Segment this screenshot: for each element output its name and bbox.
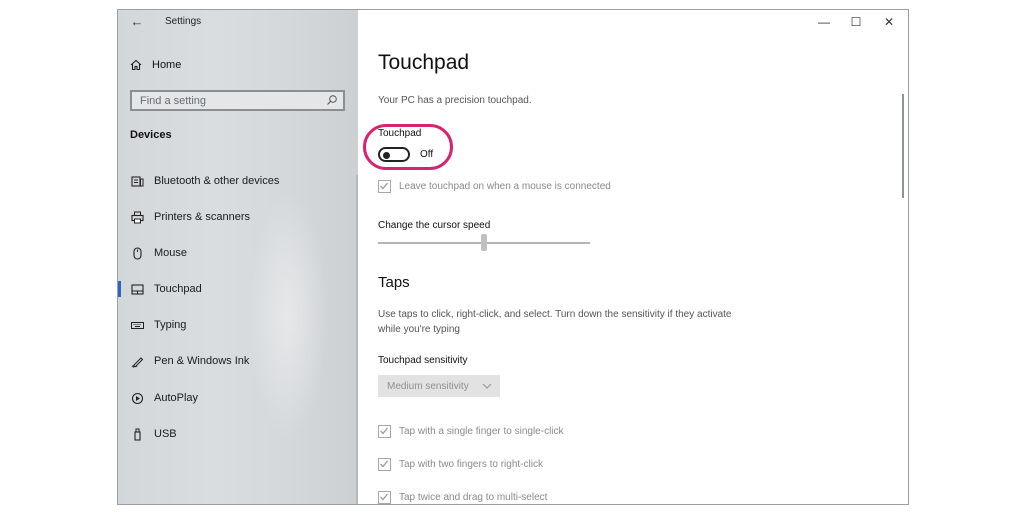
sidebar-item-label: Touchpad (154, 283, 202, 295)
checkbox-label: Leave touchpad on when a mouse is connec… (399, 181, 611, 192)
sidebar-item-bluetooth[interactable]: Bluetooth & other devices (118, 169, 354, 193)
maximize-button[interactable]: ☐ (846, 14, 866, 30)
app-title: Settings (165, 16, 202, 27)
sidebar: ← Settings Home Find a setting Devices B… (118, 10, 358, 504)
sidebar-item-label: Pen & Windows Ink (154, 355, 250, 367)
autoplay-icon (130, 391, 144, 405)
mouse-icon (130, 246, 144, 260)
search-icon[interactable] (326, 94, 338, 106)
search-input[interactable]: Find a setting (130, 90, 345, 111)
main-scrollbar[interactable] (902, 94, 904, 198)
leave-touchpad-on-checkbox[interactable]: Leave touchpad on when a mouse is connec… (378, 180, 611, 193)
checkbox[interactable] (378, 458, 391, 471)
chevron-down-icon (482, 383, 492, 389)
sidebar-item-label: Bluetooth & other devices (154, 175, 280, 187)
main-panel: — ☐ ✕ Touchpad Your PC has a precision t… (358, 10, 908, 504)
checkbox-label: Tap with a single finger to single-click (399, 426, 564, 437)
keyboard-icon (130, 318, 144, 332)
sidebar-item-label: USB (154, 428, 177, 440)
sidebar-item-pen[interactable]: Pen & Windows Ink (118, 349, 354, 373)
sidebar-item-label: Typing (154, 319, 187, 331)
cursor-speed-label: Change the cursor speed (378, 220, 491, 231)
tap-right-click-checkbox[interactable]: Tap with two fingers to right-click (378, 458, 543, 471)
sensitivity-value: Medium sensitivity (387, 380, 469, 392)
sensitivity-dropdown[interactable]: Medium sensitivity (378, 375, 500, 397)
printer-icon (130, 210, 144, 224)
checkbox-label: Tap twice and drag to multi-select (399, 492, 548, 503)
tap-drag-multiselect-checkbox[interactable]: Tap twice and drag to multi-select (378, 491, 547, 504)
touchpad-icon (130, 282, 144, 296)
section-title-devices: Devices (130, 129, 172, 141)
sensitivity-label: Touchpad sensitivity (378, 355, 468, 366)
page-title: Touchpad (378, 51, 470, 74)
settings-window: ← Settings Home Find a setting Devices B… (117, 9, 909, 505)
back-arrow-icon[interactable]: ← (128, 14, 146, 30)
bluetooth-devices-icon (130, 174, 144, 188)
taps-description: Use taps to click, right-click, and sele… (378, 309, 732, 335)
checkbox[interactable] (378, 491, 391, 504)
taps-heading: Taps (378, 274, 410, 291)
cursor-speed-slider-thumb[interactable] (481, 234, 487, 251)
pen-icon (130, 354, 144, 368)
home-label: Home (152, 59, 182, 71)
touchpad-toggle-state: Off (420, 149, 434, 160)
checkbox[interactable] (378, 425, 391, 438)
sidebar-item-label: Mouse (154, 247, 188, 259)
home-nav-item[interactable]: Home (130, 57, 181, 73)
tap-single-click-checkbox[interactable]: Tap with a single finger to single-click (378, 425, 564, 438)
touchpad-toggle[interactable] (378, 147, 410, 162)
minimize-button[interactable]: — (814, 14, 834, 30)
sidebar-item-label: AutoPlay (154, 392, 199, 404)
close-button[interactable]: ✕ (879, 14, 899, 30)
checkbox[interactable] (378, 180, 391, 193)
checkbox-label: Tap with two fingers to right-click (399, 459, 543, 470)
home-icon (130, 59, 142, 71)
sidebar-item-touchpad[interactable]: Touchpad (118, 277, 354, 301)
touchpad-toggle-label: Touchpad (378, 128, 422, 139)
usb-icon (130, 427, 144, 441)
sidebar-item-label: Printers & scanners (154, 211, 250, 223)
sidebar-item-typing[interactable]: Typing (118, 313, 354, 337)
title-bar: ← Settings (118, 10, 358, 34)
search-placeholder: Find a setting (140, 95, 207, 107)
sidebar-item-printers[interactable]: Printers & scanners (118, 205, 354, 229)
sidebar-item-usb[interactable]: USB (118, 422, 354, 446)
sidebar-item-autoplay[interactable]: AutoPlay (118, 386, 354, 410)
sidebar-item-mouse[interactable]: Mouse (118, 241, 354, 265)
page-description: Your PC has a precision touchpad. (378, 95, 532, 106)
